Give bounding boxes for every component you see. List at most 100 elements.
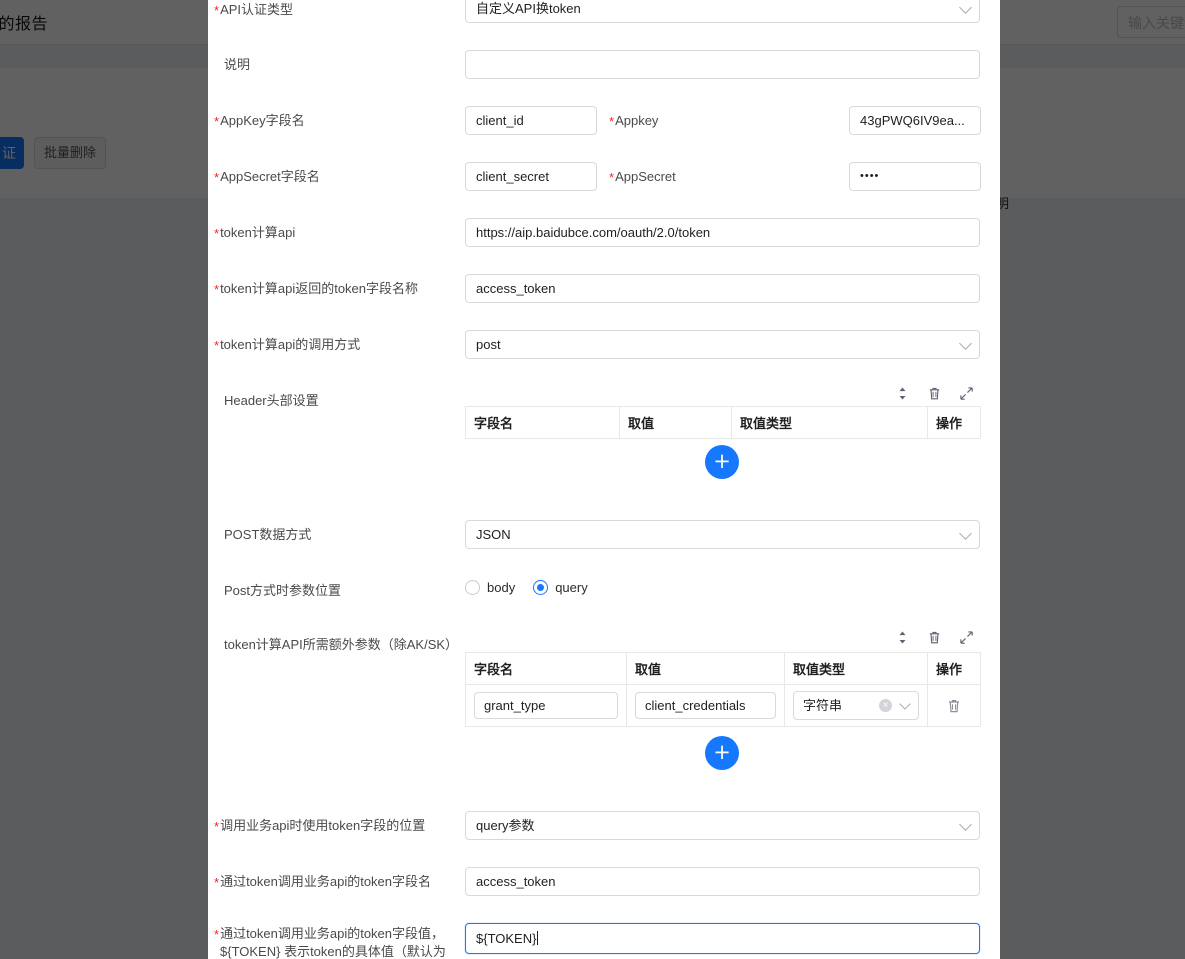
- required-marker: *: [214, 927, 220, 942]
- form-row-appsecret: *AppSecret字段名 client_secret *AppSecret •…: [208, 162, 1000, 192]
- required-marker: *: [214, 3, 220, 18]
- select-token-position-value: query参数: [476, 818, 535, 833]
- header-settings-table: 字段名 取值 取值类型 操作: [465, 406, 981, 439]
- required-marker: *: [214, 338, 220, 353]
- radio-group-post-param-position: body query: [465, 580, 588, 595]
- input-param-field-name[interactable]: grant_type: [474, 692, 618, 719]
- chevron-down-icon: [959, 0, 972, 14]
- trash-icon[interactable]: [927, 386, 942, 401]
- clear-icon[interactable]: ×: [879, 699, 892, 712]
- api-auth-config-modal: *API认证类型 自定义API换token 说明 *AppKey字段名 clie…: [208, 0, 1000, 959]
- label-token-api: *token计算api: [214, 225, 296, 241]
- form-row-description: 说明: [208, 50, 1000, 80]
- label-post-param-position: Post方式时参数位置: [224, 583, 342, 598]
- cell-field-name: grant_type: [465, 684, 627, 727]
- input-description[interactable]: [465, 50, 980, 79]
- table-header-row: 字段名 取值 取值类型 操作: [465, 652, 981, 685]
- select-api-auth-type[interactable]: 自定义API换token: [465, 0, 980, 23]
- form-row-token-api: *token计算api https://aip.baidubce.com/oau…: [208, 218, 1000, 248]
- table-header-row: 字段名 取值 取值类型 操作: [465, 406, 981, 439]
- input-appsecret-value[interactable]: ••••: [849, 162, 981, 191]
- required-marker: *: [609, 114, 615, 129]
- label-token-api-method: *token计算api的调用方式: [214, 337, 361, 353]
- form-row-api-auth-type: *API认证类型 自定义API换token: [208, 0, 1000, 30]
- input-business-token-value[interactable]: ${TOKEN}: [465, 923, 980, 954]
- form-row-post-data-mode: POST数据方式 JSON: [208, 520, 1000, 550]
- label-description: 说明: [224, 57, 251, 72]
- label-api-auth-type: *API认证类型: [214, 2, 294, 18]
- th-operation: 操作: [927, 406, 981, 439]
- form-row-business-token-value: *通过token调用业务api的token字段值， ${TOKEN} 表示toke…: [208, 923, 1000, 959]
- expand-icon[interactable]: [959, 386, 974, 401]
- th-value: 取值: [626, 652, 785, 685]
- form-row-post-param-position: Post方式时参数位置 body query: [208, 576, 1000, 606]
- select-post-data-mode[interactable]: JSON: [465, 520, 980, 549]
- form-row-token-api-method: *token计算api的调用方式 post: [208, 330, 1000, 360]
- chevron-down-icon: [899, 698, 911, 710]
- input-business-token-value-text: ${TOKEN}: [476, 931, 537, 946]
- required-marker: *: [609, 170, 615, 185]
- sort-icon[interactable]: [895, 386, 910, 401]
- extra-params-table: 字段名 取值 取值类型 操作 grant_type client_credent…: [465, 652, 981, 727]
- select-token-position[interactable]: query参数: [465, 811, 980, 840]
- label-appsecret-field-name: *AppSecret字段名: [214, 169, 320, 185]
- cell-value: client_credentials: [626, 684, 785, 727]
- label-appkey-field-name: *AppKey字段名: [214, 113, 305, 129]
- label-appsecret: *AppSecret: [609, 169, 676, 185]
- header-table-toolbar: [895, 386, 974, 401]
- input-token-api[interactable]: https://aip.baidubce.com/oauth/2.0/token: [465, 218, 980, 247]
- input-appkey-field-name[interactable]: client_id: [465, 106, 597, 135]
- required-marker: *: [214, 875, 220, 890]
- label-token-return-field: *token计算api返回的token字段名称: [214, 281, 419, 297]
- add-extra-param-button[interactable]: +: [705, 736, 739, 770]
- input-appsecret-field-name[interactable]: client_secret: [465, 162, 597, 191]
- radio-indicator-body: [465, 580, 480, 595]
- table-row: grant_type client_credentials 字符串 ×: [465, 684, 981, 727]
- select-token-api-method[interactable]: post: [465, 330, 980, 359]
- chevron-down-icon: [959, 817, 972, 831]
- input-param-value[interactable]: client_credentials: [635, 692, 776, 719]
- label-token-position: *调用业务api时使用token字段的位置: [214, 818, 426, 834]
- extra-params-table-toolbar: [895, 630, 974, 645]
- th-field-name: 字段名: [465, 406, 620, 439]
- add-header-row-button[interactable]: +: [705, 445, 739, 479]
- chevron-down-icon: [959, 526, 972, 540]
- label-header-settings: Header头部设置: [224, 393, 319, 408]
- trash-icon[interactable]: [927, 630, 942, 645]
- form-row-extra-params: token计算API所需额外参数（除AK/SK） 字段名 取值 取值类型 操作: [208, 630, 1000, 780]
- expand-icon[interactable]: [959, 630, 974, 645]
- select-param-value-type[interactable]: 字符串 ×: [793, 691, 919, 720]
- radio-option-query[interactable]: query: [533, 580, 588, 595]
- th-operation: 操作: [927, 652, 981, 685]
- form-row-header-settings: Header头部设置 字段名 取值 取值类型 操作 +: [208, 386, 1000, 496]
- cell-value-type: 字符串 ×: [784, 684, 928, 727]
- form-row-business-token-field: *通过token调用业务api的token字段名 access_token: [208, 867, 1000, 897]
- radio-label-query: query: [555, 580, 588, 595]
- cell-operation: [927, 684, 981, 727]
- radio-label-body: body: [487, 580, 516, 595]
- form-row-appkey: *AppKey字段名 client_id *Appkey 43gPWQ6IV9e…: [208, 106, 1000, 136]
- input-token-return-field[interactable]: access_token: [465, 274, 980, 303]
- required-marker: *: [214, 114, 220, 129]
- label-business-token-field: *通过token调用业务api的token字段名: [214, 874, 432, 890]
- th-value: 取值: [619, 406, 732, 439]
- required-marker: *: [214, 282, 220, 297]
- delete-row-icon[interactable]: [946, 698, 962, 714]
- select-token-api-method-value: post: [476, 337, 501, 352]
- required-marker: *: [214, 226, 220, 241]
- label-appkey: *Appkey: [609, 113, 659, 129]
- th-value-type: 取值类型: [784, 652, 928, 685]
- sort-icon[interactable]: [895, 630, 910, 645]
- required-marker: *: [214, 819, 220, 834]
- select-api-auth-type-value: 自定义API换token: [476, 1, 581, 16]
- th-field-name: 字段名: [465, 652, 627, 685]
- select-param-value-type-value: 字符串: [803, 698, 843, 713]
- input-business-token-field[interactable]: access_token: [465, 867, 980, 896]
- th-value-type: 取值类型: [731, 406, 928, 439]
- input-appkey-value[interactable]: 43gPWQ6IV9ea...: [849, 106, 981, 135]
- required-marker: *: [214, 170, 220, 185]
- radio-indicator-query: [533, 580, 549, 595]
- label-post-data-mode: POST数据方式: [224, 527, 312, 542]
- radio-option-body[interactable]: body: [465, 580, 515, 595]
- label-extra-params: token计算API所需额外参数（除AK/SK）: [224, 637, 459, 652]
